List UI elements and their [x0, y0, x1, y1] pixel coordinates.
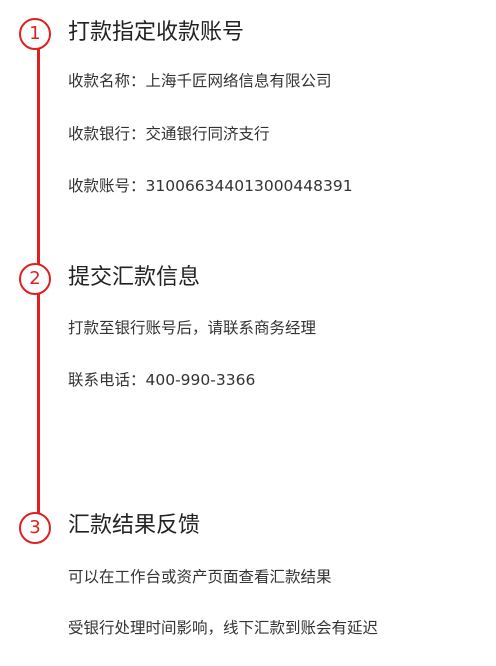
- contact-instruction: 打款至银行账号后，请联系商务经理: [68, 319, 317, 337]
- payee-account-number: 收款账号：310066344013000448391: [68, 177, 353, 195]
- payee-name: 收款名称：上海千匠网络信息有限公司: [68, 72, 332, 90]
- result-info: 可以在工作台或资产页面查看汇款结果: [68, 568, 332, 586]
- delay-notice: 受银行处理时间影响，线下汇款到账会有延迟: [68, 619, 379, 637]
- step-title: 打款指定收款账号: [68, 20, 245, 45]
- step-number-badge: 1: [19, 18, 51, 50]
- step-title: 汇款结果反馈: [68, 513, 201, 538]
- payee-bank: 收款银行：交通银行同济支行: [68, 125, 270, 143]
- step-title: 提交汇款信息: [68, 265, 201, 290]
- contact-phone: 联系电话：400-990-3366: [68, 371, 256, 389]
- step-number-badge: 3: [19, 512, 51, 544]
- step-number-badge: 2: [19, 263, 51, 295]
